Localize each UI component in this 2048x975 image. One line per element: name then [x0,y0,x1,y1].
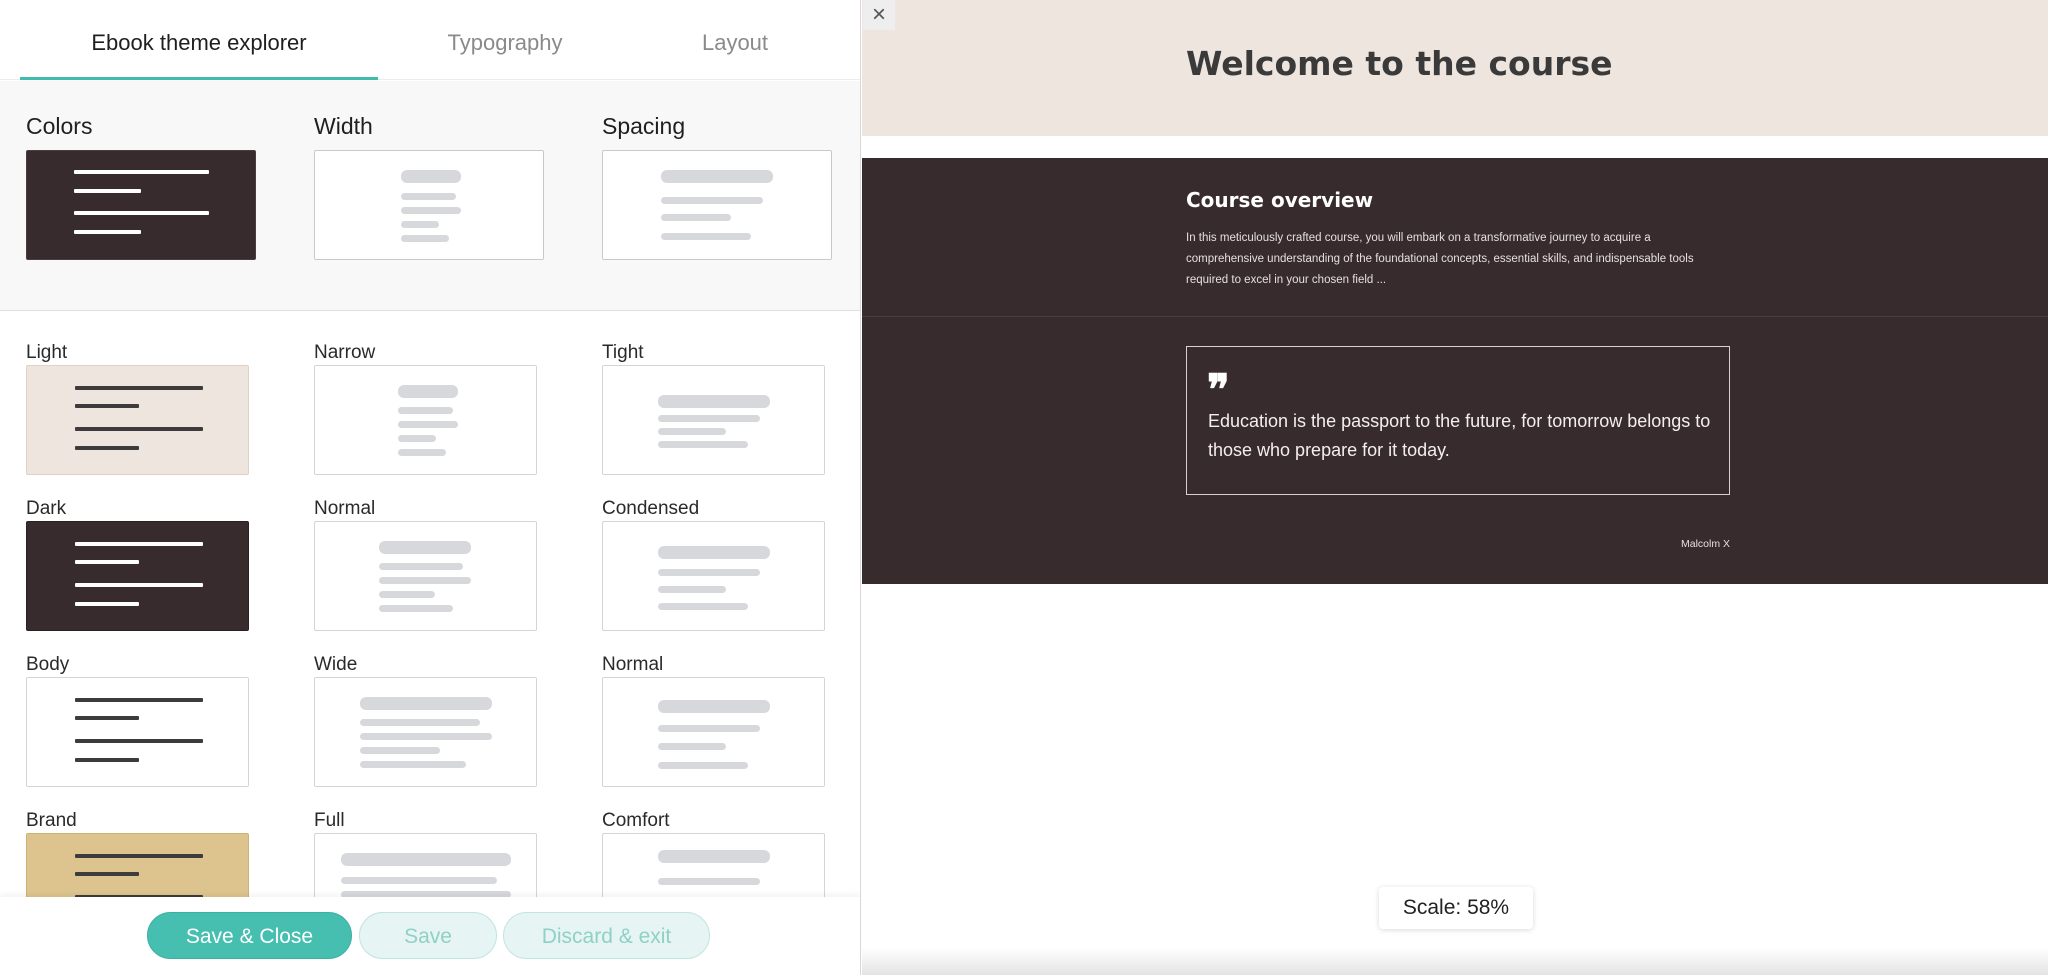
width-option-wide[interactable] [314,677,537,787]
width-option-normal[interactable] [314,521,537,631]
color-option-light[interactable] [26,365,249,475]
option-label-narrow: Narrow [314,342,376,363]
spacing-option-comfort[interactable] [602,833,825,897]
tab-ebook-theme-explorer[interactable]: Ebook theme explorer [20,0,378,80]
current-spacing-preview[interactable] [602,150,832,260]
section-divider [862,316,2048,317]
tab-bar: Ebook theme explorer Typography Layout [0,0,860,80]
save-button[interactable]: Save [359,912,497,959]
spacing-option-condensed[interactable] [602,521,825,631]
option-label-brand: Brand [26,810,77,831]
width-option-narrow[interactable] [314,365,537,475]
color-option-brand[interactable] [26,833,249,897]
theme-options-grid: Light Narrow Tight Dark Normal Condensed… [0,312,860,897]
tab-typography[interactable]: Typography [405,0,605,80]
width-heading: Width [314,113,373,139]
close-icon[interactable]: × [863,0,895,30]
quote-icon: ❞ [1207,365,1230,414]
option-label-light: Light [26,342,68,363]
ebook-preview: Welcome to the course × Course overview … [862,0,2048,975]
active-tab-indicator [20,77,378,80]
preview-bottom-shadow [862,948,2048,975]
overview-body: In this meticulously crafted course, you… [1186,232,1694,286]
option-label-normal-spacing: Normal [602,654,664,675]
option-label-body: Body [26,654,70,675]
spacing-option-normal[interactable] [602,677,825,787]
current-theme-summary: Colors Width Spacing [0,81,860,311]
preview-dark-section: Course overview In this meticulously cra… [862,158,2048,584]
current-width-preview[interactable] [314,150,544,260]
option-label-full: Full [314,810,345,831]
action-footer: Save & Close Save Discard & exit [0,897,860,975]
hero-title: Welcome to the course [1186,44,1613,83]
discard-and-exit-button[interactable]: Discard & exit [503,912,710,959]
current-colors-preview[interactable] [26,150,256,260]
color-option-dark[interactable] [26,521,249,631]
width-option-full[interactable] [314,833,537,897]
option-label-condensed: Condensed [602,498,700,519]
theme-explorer-panel: Ebook theme explorer Typography Layout C… [0,0,861,975]
option-label-wide: Wide [314,654,358,675]
save-and-close-button[interactable]: Save & Close [147,912,352,959]
tab-layout[interactable]: Layout [650,0,820,80]
quote-block: ❞ Education is the passport to the futur… [1186,346,1730,495]
overview-title: Course overview [1186,188,1374,212]
spacing-heading: Spacing [602,113,686,139]
spacing-option-tight[interactable] [602,365,825,475]
colors-heading: Colors [26,113,93,139]
scale-indicator: Scale: 58% [1379,887,1533,929]
color-option-body[interactable] [26,677,249,787]
option-label-comfort: Comfort [602,810,670,831]
quote-text: Education is the passport to the future,… [1208,411,1711,460]
quote-author: Malcolm X [1680,538,1730,550]
option-label-dark: Dark [26,498,67,519]
preview-hero: Welcome to the course [862,0,2048,136]
option-label-tight: Tight [602,342,644,363]
option-label-normal-width: Normal [314,498,376,519]
